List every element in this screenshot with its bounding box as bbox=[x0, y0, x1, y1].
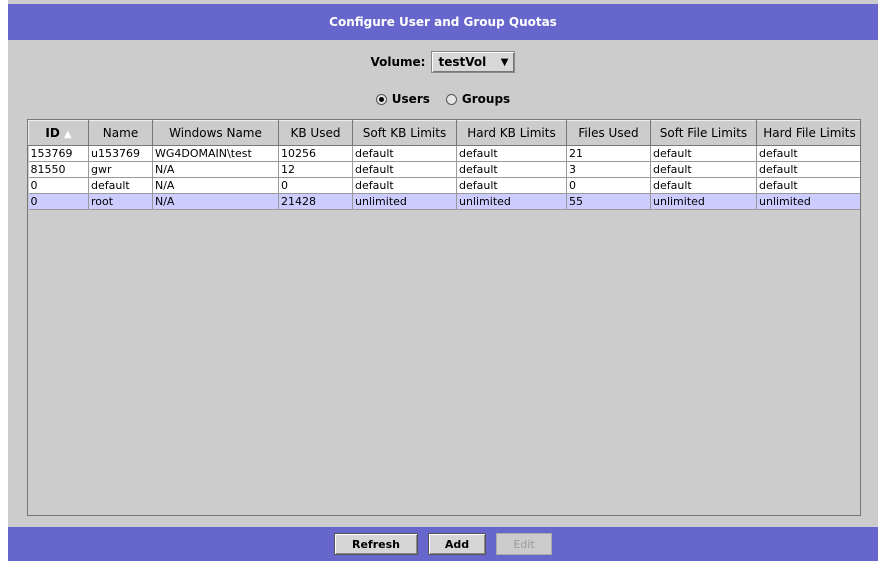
cell-soft-file-limits: default bbox=[650, 177, 757, 194]
cell-soft-kb-limits: default bbox=[352, 161, 457, 178]
cell-hard-file-limits: default bbox=[756, 145, 860, 162]
add-button[interactable]: Add bbox=[428, 533, 486, 555]
volume-select-value: testVol bbox=[438, 55, 487, 69]
cell-id: 0 bbox=[28, 177, 89, 194]
quota-table: ID ▲ Name Windows Name KB Used Soft KB Li… bbox=[27, 119, 861, 516]
table-row[interactable]: 153769 u153769 WG4DOMAIN\test 10256 defa… bbox=[28, 145, 860, 162]
radio-groups-button[interactable] bbox=[445, 93, 457, 105]
cell-id: 153769 bbox=[28, 145, 89, 162]
radio-users[interactable]: Users bbox=[375, 92, 430, 106]
cell-soft-file-limits: default bbox=[650, 145, 757, 162]
dialog-title: Configure User and Group Quotas bbox=[8, 4, 878, 40]
cell-name: u153769 bbox=[88, 145, 153, 162]
cell-files-used: 21 bbox=[566, 145, 651, 162]
cell-hard-kb-limits: unlimited bbox=[456, 193, 567, 210]
column-header-files-used[interactable]: Files Used bbox=[566, 120, 651, 146]
chevron-down-icon: ▼ bbox=[500, 56, 509, 68]
volume-select[interactable]: testVol ▼ bbox=[431, 51, 516, 73]
cell-soft-file-limits: unlimited bbox=[650, 193, 757, 210]
quota-dialog: Configure User and Group Quotas Volume: … bbox=[8, 0, 878, 561]
column-header-hard-kb-limits[interactable]: Hard KB Limits bbox=[456, 120, 567, 146]
cell-kb-used: 0 bbox=[278, 177, 353, 194]
cell-name: root bbox=[88, 193, 153, 210]
cell-id: 0 bbox=[28, 193, 89, 210]
column-header-soft-file-limits[interactable]: Soft File Limits bbox=[650, 120, 757, 146]
volume-label: Volume: bbox=[370, 55, 426, 69]
cell-hard-file-limits: default bbox=[756, 161, 860, 178]
radio-users-button[interactable] bbox=[375, 93, 387, 105]
radio-groups-label: Groups bbox=[461, 92, 511, 106]
cell-windows-name: N/A bbox=[152, 161, 279, 178]
table-row[interactable]: 81550 gwr N/A 12 default default 3 defau… bbox=[28, 161, 860, 178]
cell-hard-file-limits: default bbox=[756, 177, 860, 194]
radio-groups[interactable]: Groups bbox=[445, 92, 511, 106]
cell-hard-kb-limits: default bbox=[456, 177, 567, 194]
cell-files-used: 0 bbox=[566, 177, 651, 194]
cell-soft-kb-limits: unlimited bbox=[352, 193, 457, 210]
column-header-kb-used[interactable]: KB Used bbox=[278, 120, 353, 146]
cell-hard-kb-limits: default bbox=[456, 145, 567, 162]
refresh-button[interactable]: Refresh bbox=[334, 533, 418, 555]
cell-name: gwr bbox=[88, 161, 153, 178]
column-header-id[interactable]: ID ▲ bbox=[28, 120, 89, 146]
cell-files-used: 3 bbox=[566, 161, 651, 178]
cell-id: 81550 bbox=[28, 161, 89, 178]
column-header-name[interactable]: Name bbox=[88, 120, 153, 146]
edit-button: Edit bbox=[496, 533, 552, 555]
cell-name: default bbox=[88, 177, 153, 194]
sort-ascending-icon: ▲ bbox=[63, 129, 72, 140]
table-header-row: ID ▲ Name Windows Name KB Used Soft KB Li… bbox=[28, 120, 860, 146]
cell-hard-file-limits: unlimited bbox=[756, 193, 860, 210]
cell-soft-kb-limits: default bbox=[352, 145, 457, 162]
column-header-hard-file-limits[interactable]: Hard File Limits bbox=[756, 120, 860, 146]
column-header-windows-name[interactable]: Windows Name bbox=[152, 120, 279, 146]
cell-soft-file-limits: default bbox=[650, 161, 757, 178]
cell-windows-name: N/A bbox=[152, 193, 279, 210]
cell-files-used: 55 bbox=[566, 193, 651, 210]
quota-type-group: Users Groups bbox=[8, 88, 878, 110]
cell-windows-name: N/A bbox=[152, 177, 279, 194]
cell-windows-name: WG4DOMAIN\test bbox=[152, 145, 279, 162]
cell-soft-kb-limits: default bbox=[352, 177, 457, 194]
cell-kb-used: 21428 bbox=[278, 193, 353, 210]
table-row[interactable]: 0 default N/A 0 default default 0 defaul… bbox=[28, 177, 860, 194]
cell-hard-kb-limits: default bbox=[456, 161, 567, 178]
volume-row: Volume: testVol ▼ bbox=[8, 48, 878, 76]
table-row-selected[interactable]: 0 root N/A 21428 unlimited unlimited 55 … bbox=[28, 193, 860, 210]
button-bar: Refresh Add Edit bbox=[8, 527, 878, 561]
cell-kb-used: 12 bbox=[278, 161, 353, 178]
column-header-soft-kb-limits[interactable]: Soft KB Limits bbox=[352, 120, 457, 146]
cell-kb-used: 10256 bbox=[278, 145, 353, 162]
radio-users-label: Users bbox=[391, 92, 430, 106]
